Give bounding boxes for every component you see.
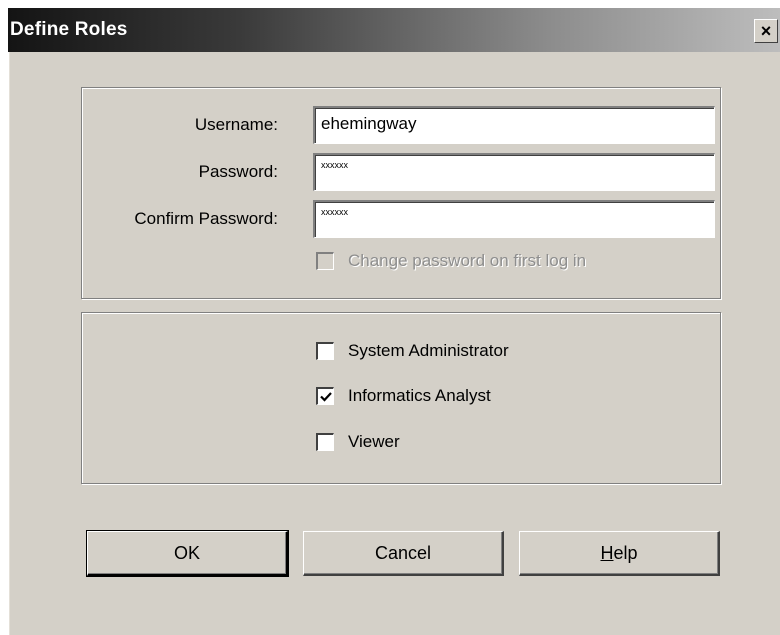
role-label: Informatics Analyst (348, 386, 491, 405)
role-option-system-administrator[interactable]: System Administrator (316, 339, 509, 363)
help-accelerator: H (600, 542, 614, 563)
role-option-viewer[interactable]: Viewer (316, 430, 400, 454)
define-roles-dialog: Define Roles × Username: ehemingway Pass… (8, 8, 780, 635)
checkmark-icon (320, 392, 332, 402)
close-button[interactable]: × (754, 19, 778, 43)
ok-button[interactable]: OK (86, 530, 289, 577)
change-password-option: Change password on first log in (316, 249, 586, 273)
system-administrator-checkbox[interactable] (316, 342, 334, 360)
cancel-button[interactable]: Cancel (303, 531, 504, 576)
password-label: Password: (198, 162, 278, 181)
informatics-analyst-checkbox[interactable] (316, 387, 334, 405)
username-label: Username: (194, 115, 278, 134)
help-button[interactable]: Help (519, 531, 720, 576)
role-label: System Administrator (348, 341, 509, 360)
help-label-rest: elp (613, 542, 638, 563)
change-password-checkbox (316, 252, 334, 270)
username-field[interactable]: ehemingway (313, 106, 715, 144)
window-title: Define Roles (10, 19, 128, 40)
role-label: Viewer (348, 432, 400, 451)
confirm-password-field[interactable]: xxxxxx (313, 200, 715, 238)
viewer-checkbox[interactable] (316, 433, 334, 451)
change-password-label: Change password on first log in (348, 251, 587, 270)
password-field[interactable]: xxxxxx (313, 153, 715, 191)
confirm-password-label: Confirm Password: (134, 209, 278, 228)
close-icon: × (760, 20, 772, 41)
title-bar[interactable]: Define Roles × (8, 8, 780, 52)
role-option-informatics-analyst[interactable]: Informatics Analyst (316, 384, 491, 408)
